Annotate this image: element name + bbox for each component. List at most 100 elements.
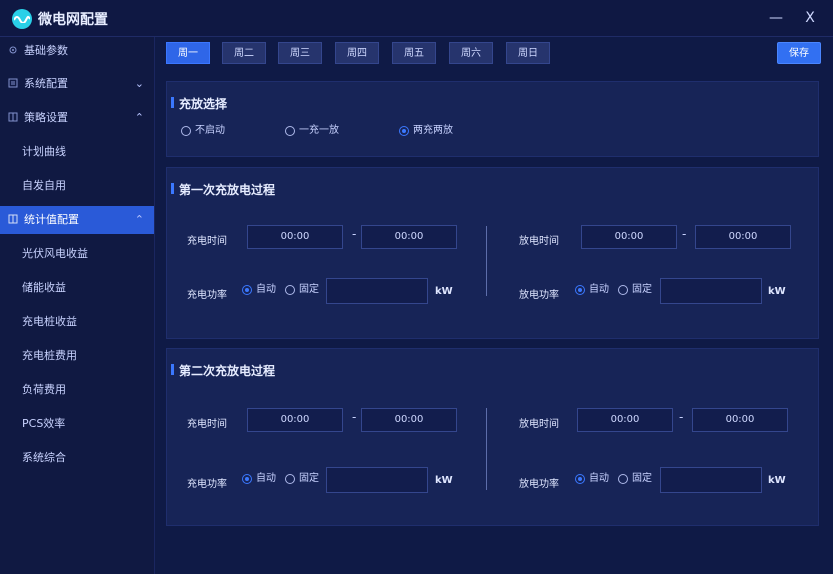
chevron-up-icon: ⌃ [134, 213, 144, 226]
sidebar-item-storage-income[interactable]: 储能收益 [0, 274, 154, 302]
unit-label: kW [435, 286, 453, 297]
radio-circle-icon [285, 285, 295, 295]
discharge-power-label: 放电功率 [519, 479, 559, 490]
charge-power-label: 充电功率 [187, 479, 227, 490]
radio-selected-icon [242, 285, 252, 295]
sidebar-item-label: 充电桩费用 [22, 349, 77, 362]
sidebar-item-charger-income[interactable]: 充电桩收益 [0, 308, 154, 336]
charge-time-label: 充电时间 [187, 419, 227, 430]
charge-start-time-input[interactable]: 00:00 [247, 408, 343, 432]
sidebar-item-label: 基础参数 [24, 44, 68, 57]
sidebar-item-statistics-config[interactable]: 统计值配置 ⌃ [0, 206, 154, 234]
discharge-start-time-input[interactable]: 00:00 [577, 408, 673, 432]
tab-thursday[interactable]: 周四 [335, 42, 379, 64]
discharge-time-label: 放电时间 [519, 419, 559, 430]
tab-wednesday[interactable]: 周三 [278, 42, 322, 64]
sidebar-item-basic-params[interactable]: 基础参数 [0, 37, 154, 65]
grid-icon [8, 214, 18, 224]
tab-sunday[interactable]: 周日 [506, 42, 550, 64]
radio-circle-icon [618, 285, 628, 295]
sidebar-item-label: 光伏风电收益 [22, 247, 88, 260]
tab-saturday[interactable]: 周六 [449, 42, 493, 64]
charge-power-input[interactable] [326, 278, 428, 304]
sidebar-item-label: 计划曲线 [22, 145, 66, 158]
wave-icon [14, 15, 30, 23]
time-range-dash: - [679, 410, 684, 424]
sidebar-item-label: 充电桩收益 [22, 315, 77, 328]
radio-label: 固定 [632, 284, 652, 295]
charge-power-label: 充电功率 [187, 290, 227, 301]
window-title: 微电网配置 [38, 12, 108, 28]
radio-label: 两充两放 [413, 125, 453, 136]
sidebar-item-plan-curve[interactable]: 计划曲线 [0, 138, 154, 166]
tab-tuesday[interactable]: 周二 [222, 42, 266, 64]
second-process-panel: 第二次充放电过程 充电时间 00:00 - 00:00 放电时间 00:00 -… [166, 348, 819, 526]
sidebar-item-pv-wind-income[interactable]: 光伏风电收益 [0, 240, 154, 268]
charge-end-time-input[interactable]: 00:00 [361, 225, 457, 249]
sidebar-item-pcs-efficiency[interactable]: PCS效率 [0, 410, 154, 438]
sidebar-item-charger-cost[interactable]: 充电桩费用 [0, 342, 154, 370]
radio-label: 自动 [256, 473, 276, 484]
tab-monday[interactable]: 周一 [166, 42, 210, 64]
charge-start-time-input[interactable]: 00:00 [247, 225, 343, 249]
radio-selected-icon [399, 126, 409, 136]
radio-selected-icon [575, 285, 585, 295]
sidebar-item-system-overall[interactable]: 系统综合 [0, 444, 154, 472]
charge-select-panel: 充放选择 不启动 一充一放 两充两放 [166, 81, 819, 157]
weekday-tabbar: 周一 周二 周三 周四 周五 周六 周日 保存 [155, 37, 833, 71]
unit-label: kW [768, 286, 786, 297]
list-icon [8, 78, 18, 88]
sidebar-item-strategy-settings[interactable]: 策略设置 ⌃ [0, 104, 154, 132]
discharge-end-time-input[interactable]: 00:00 [692, 408, 788, 432]
sidebar-item-label: 负荷费用 [22, 383, 66, 396]
first-process-panel: 第一次充放电过程 充电时间 00:00 - 00:00 放电时间 00:00 -… [166, 167, 819, 339]
charge-time-label: 充电时间 [187, 236, 227, 247]
chevron-up-icon: ⌃ [134, 111, 144, 124]
sidebar-item-label: 统计值配置 [24, 213, 79, 226]
chevron-down-icon: ⌄ [134, 77, 144, 90]
discharge-time-label: 放电时间 [519, 236, 559, 247]
gear-icon [9, 46, 17, 54]
sidebar: 基础参数 系统配置 ⌄ 策略设置 ⌃ 计划曲线 自发自用 统计值配置 ⌃ 光伏风… [0, 37, 155, 574]
panel-title: 充放选择 [170, 97, 228, 111]
divider [486, 408, 487, 490]
discharge-power-input[interactable] [660, 467, 762, 493]
sidebar-item-label: 系统综合 [22, 451, 66, 464]
save-button[interactable]: 保存 [777, 42, 821, 64]
sidebar-item-label: PCS效率 [22, 417, 66, 430]
discharge-start-time-input[interactable]: 00:00 [581, 225, 677, 249]
radio-circle-icon [285, 126, 295, 136]
panel-title: 第二次充放电过程 [170, 364, 276, 378]
radio-label: 固定 [632, 473, 652, 484]
unit-label: kW [435, 475, 453, 486]
discharge-power-input[interactable] [660, 278, 762, 304]
app-logo-icon [12, 9, 32, 29]
sidebar-item-self-use[interactable]: 自发自用 [0, 172, 154, 200]
time-range-dash: - [352, 410, 357, 424]
sidebar-item-label: 自发自用 [22, 179, 66, 192]
discharge-end-time-input[interactable]: 00:00 [695, 225, 791, 249]
grid-icon [8, 112, 18, 122]
sidebar-item-system-config[interactable]: 系统配置 ⌄ [0, 70, 154, 98]
sidebar-item-load-cost[interactable]: 负荷费用 [0, 376, 154, 404]
app-window: 微电网配置 — X 基础参数 系统配置 ⌄ 策略设置 ⌃ 计划曲线 自发自用 统… [0, 0, 833, 574]
sidebar-item-label: 策略设置 [24, 111, 68, 124]
panel-title: 第一次充放电过程 [170, 183, 276, 197]
radio-circle-icon [181, 126, 191, 136]
radio-label: 自动 [256, 284, 276, 295]
main-content: 周一 周二 周三 周四 周五 周六 周日 保存 充放选择 不启动 一充一放 两充… [155, 37, 833, 574]
charge-power-input[interactable] [326, 467, 428, 493]
radio-label: 一充一放 [299, 125, 339, 136]
radio-circle-icon [285, 474, 295, 484]
time-range-dash: - [682, 227, 687, 241]
radio-label: 不启动 [195, 125, 225, 136]
radio-circle-icon [618, 474, 628, 484]
sidebar-item-label: 系统配置 [24, 77, 68, 90]
tab-friday[interactable]: 周五 [392, 42, 436, 64]
close-button[interactable]: X [799, 7, 821, 29]
minimize-button[interactable]: — [765, 7, 787, 29]
charge-end-time-input[interactable]: 00:00 [361, 408, 457, 432]
sidebar-item-label: 储能收益 [22, 281, 66, 294]
radio-selected-icon [242, 474, 252, 484]
radio-label: 固定 [299, 473, 319, 484]
